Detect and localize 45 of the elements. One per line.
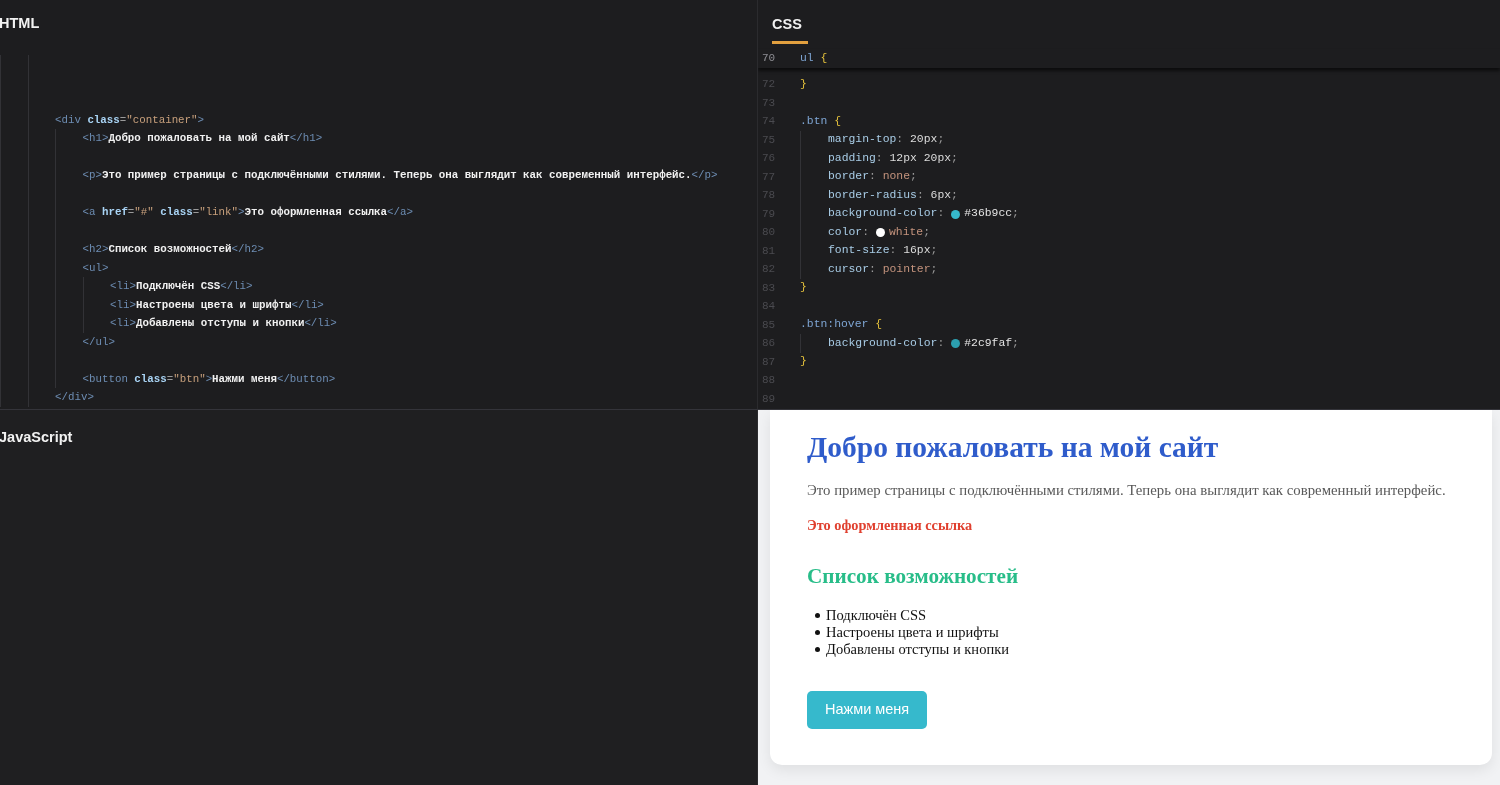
list-item: Подключён CSS [826, 606, 927, 624]
code-line: <a href="#" class="link">Это оформленная ссылка</a> [82, 205, 413, 221]
line-number: 70 [761, 51, 777, 66]
code-line: <h1>Добро пожаловать на мой сайт</h1> [82, 131, 323, 147]
section-heading: Список возможностей [807, 563, 1019, 588]
bullet-icon [815, 629, 820, 635]
code-line: </div> [55, 390, 94, 406]
list-item: Добавлены отступы и кнопки [826, 640, 1009, 658]
code-text: background-color: [828, 206, 945, 222]
page-paragraph: Это пример страницы с подключёнными стилями. Теперь она выглядит как современный интерфейс. [807, 480, 1447, 500]
code-line: padding: 12px 20px; [828, 150, 958, 166]
code-line: <li>Добавлены отступы и кнопки</li> [110, 316, 337, 332]
bullet-icon [815, 646, 820, 652]
code-line: </ul> [82, 334, 115, 350]
code-line: <div class="container"> [55, 112, 205, 128]
code-line: border: none; [828, 169, 917, 185]
code-line: cursor: pointer; [828, 261, 938, 277]
code-text: background-color: [828, 335, 945, 351]
code-line: <ul> [82, 260, 109, 276]
code-line: font-size: 16px; [828, 243, 938, 259]
panel-title: JavaScript [0, 428, 73, 446]
panel-title: HTML [0, 14, 40, 32]
css-tab[interactable]: CSS [772, 15, 808, 44]
code-text: #36b9cc; [964, 206, 1019, 222]
bullet-icon [815, 612, 820, 618]
code-line: margin-top: 20px; [828, 132, 945, 148]
code-line: <button class="btn">Нажми меня</button> [82, 371, 336, 387]
list-item: Настроены цвета и шрифты [826, 623, 999, 641]
code-line: .btn:hover { [800, 317, 883, 333]
code-line: } [800, 354, 807, 370]
code-line: ul { [800, 50, 828, 66]
code-line: <li>Подключён CSS</li> [110, 279, 253, 295]
code-text: white; [889, 224, 931, 240]
code-line: <p>Это пример страницы с подключёнными стилями. Теперь она выглядит как современный интерфейс.</p> [82, 168, 718, 184]
code-line: border-radius: 6px; [828, 187, 958, 203]
code-line: } [800, 76, 807, 92]
code-text: color: [828, 224, 870, 240]
styled-link[interactable]: Это оформленная ссылка [807, 515, 973, 537]
code-line: } [800, 280, 807, 296]
page-heading: Добро пожаловать на мой сайт [807, 430, 1219, 465]
press-me-button[interactable]: Нажми меня [807, 690, 928, 729]
code-line: <li>Настроены цвета и шрифты</li> [110, 297, 324, 313]
code-line: <h2>Список возможностей</h2> [82, 242, 264, 258]
code-text: #2c9faf; [964, 335, 1019, 351]
code-line: .btn { [800, 113, 841, 129]
